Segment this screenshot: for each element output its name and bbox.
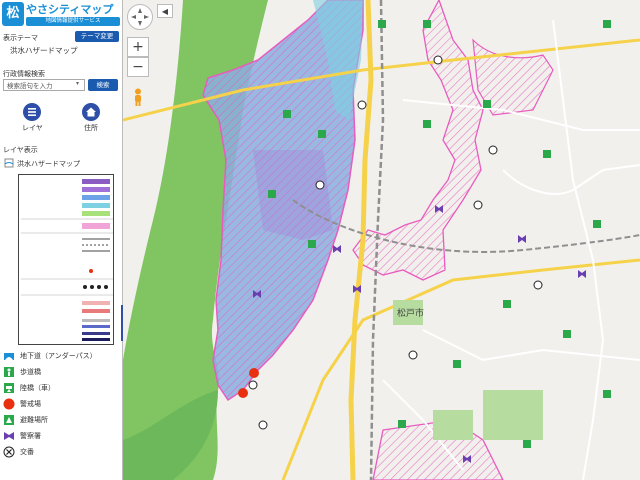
legend-police-box: 交番 [3,446,119,460]
warning-spot-icon [3,398,15,410]
legend-label: 交番 [20,448,34,456]
pegman-icon [135,88,141,106]
legend-warning-spot: 警戒場 [3,398,119,412]
police-box-icon[interactable] [488,145,498,155]
theme-label: 表示テーマ [3,34,38,42]
logo-mark: 松 [2,2,24,26]
hazard-map-icon [4,158,14,168]
map-canvas[interactable]: 松戸市 ◀ + − [123,0,640,480]
legend-label: 歩道橋 [20,368,41,376]
shelter-icon [4,415,14,425]
park-area [433,410,473,440]
search-input[interactable]: 検索語句を入力 [3,79,85,91]
footbridge-icon [4,367,14,377]
park-area [483,390,543,440]
legend-footbridge: 歩道橋 [3,366,119,380]
search-button[interactable]: 検索 [88,79,118,91]
shelter-icon[interactable] [483,100,491,108]
police-box-icon[interactable] [357,100,367,110]
hazard-layer-label[interactable]: 洪水ハザードマップ [17,159,80,169]
legend-overpass: 陸橋（車） [3,382,119,396]
shelter-icon[interactable] [318,130,326,138]
police-icon [4,432,14,440]
shelter-icon[interactable] [268,190,276,198]
police-box-icon [3,446,15,458]
shelter-icon[interactable] [398,420,406,428]
flood-legend [18,174,114,345]
street-view-button[interactable] [132,88,144,106]
police-box-icon[interactable] [473,200,483,210]
legend-shelter: 避難場所 [3,414,119,428]
app-logo[interactable]: 松 やさシティマップ 地図情報提供サービス [2,2,120,26]
city-label: 松戸市 [397,307,424,319]
shelter-icon[interactable] [603,390,611,398]
theme-change-button[interactable]: テーマ変更 [75,31,119,42]
zoom-in-button[interactable]: + [127,37,149,57]
shelter-icon[interactable] [543,150,551,158]
shelter-icon[interactable] [563,330,571,338]
sidebar: 松 やさシティマップ 地図情報提供サービス 表示テーマ テーマ変更 洪水ハザード… [0,0,123,480]
pan-control[interactable] [127,4,153,30]
shelter-icon[interactable] [308,240,316,248]
shelter-icon[interactable] [523,440,531,448]
home-button[interactable] [82,103,100,121]
home-button-label: 住所 [84,124,98,132]
underpass-icon [4,353,14,360]
shelter-icon[interactable] [603,20,611,28]
shelter-icon[interactable] [593,220,601,228]
compass-icon [131,8,149,26]
zoom-out-button[interactable]: − [127,57,149,77]
police-box-icon[interactable] [433,55,443,65]
police-box-icon[interactable] [248,380,258,390]
legend-label: 地下道（アンダーパス） [20,352,97,360]
layer-button-label: レイヤ [22,124,43,132]
police-box-icon[interactable] [533,280,543,290]
legend-label: 警戒場 [20,400,41,408]
app-title: やさシティマップ [26,3,114,16]
app-subtitle: 地図情報提供サービス [26,17,120,26]
shelter-icon[interactable] [453,360,461,368]
shelter-icon[interactable] [283,110,291,118]
warning-spot-icon[interactable] [238,388,248,398]
shelter-icon[interactable] [378,20,386,28]
legend-label: 警察署 [20,432,41,440]
overpass-icon [4,383,14,393]
map-graphic[interactable]: 松戸市 [123,0,640,480]
legend-underpass: 地下道（アンダーパス） [3,350,119,364]
warning-spot-icon[interactable] [249,368,259,378]
police-box-icon[interactable] [315,180,325,190]
collapse-panel-button[interactable]: ◀ [157,4,173,18]
home-icon [86,107,96,117]
shelter-icon[interactable] [423,20,431,28]
layers-label: レイヤ表示 [3,146,38,154]
layer-button[interactable] [23,103,41,121]
shelter-icon[interactable] [503,300,511,308]
list-icon [28,108,36,116]
police-box-icon[interactable] [408,350,418,360]
flood-zone-deep [253,150,333,240]
shelter-icon[interactable] [423,120,431,128]
legend-label: 避難場所 [20,416,48,424]
current-theme: 洪水ハザードマップ [10,46,78,55]
legend-label: 陸橋（車） [20,384,55,392]
chevron-down-icon: ▾ [76,80,80,87]
police-box-icon[interactable] [258,420,268,430]
flood-legend-swatches [21,179,113,341]
search-label: 行政情報検索 [3,70,45,78]
legend-police: 警察署 [3,430,119,444]
